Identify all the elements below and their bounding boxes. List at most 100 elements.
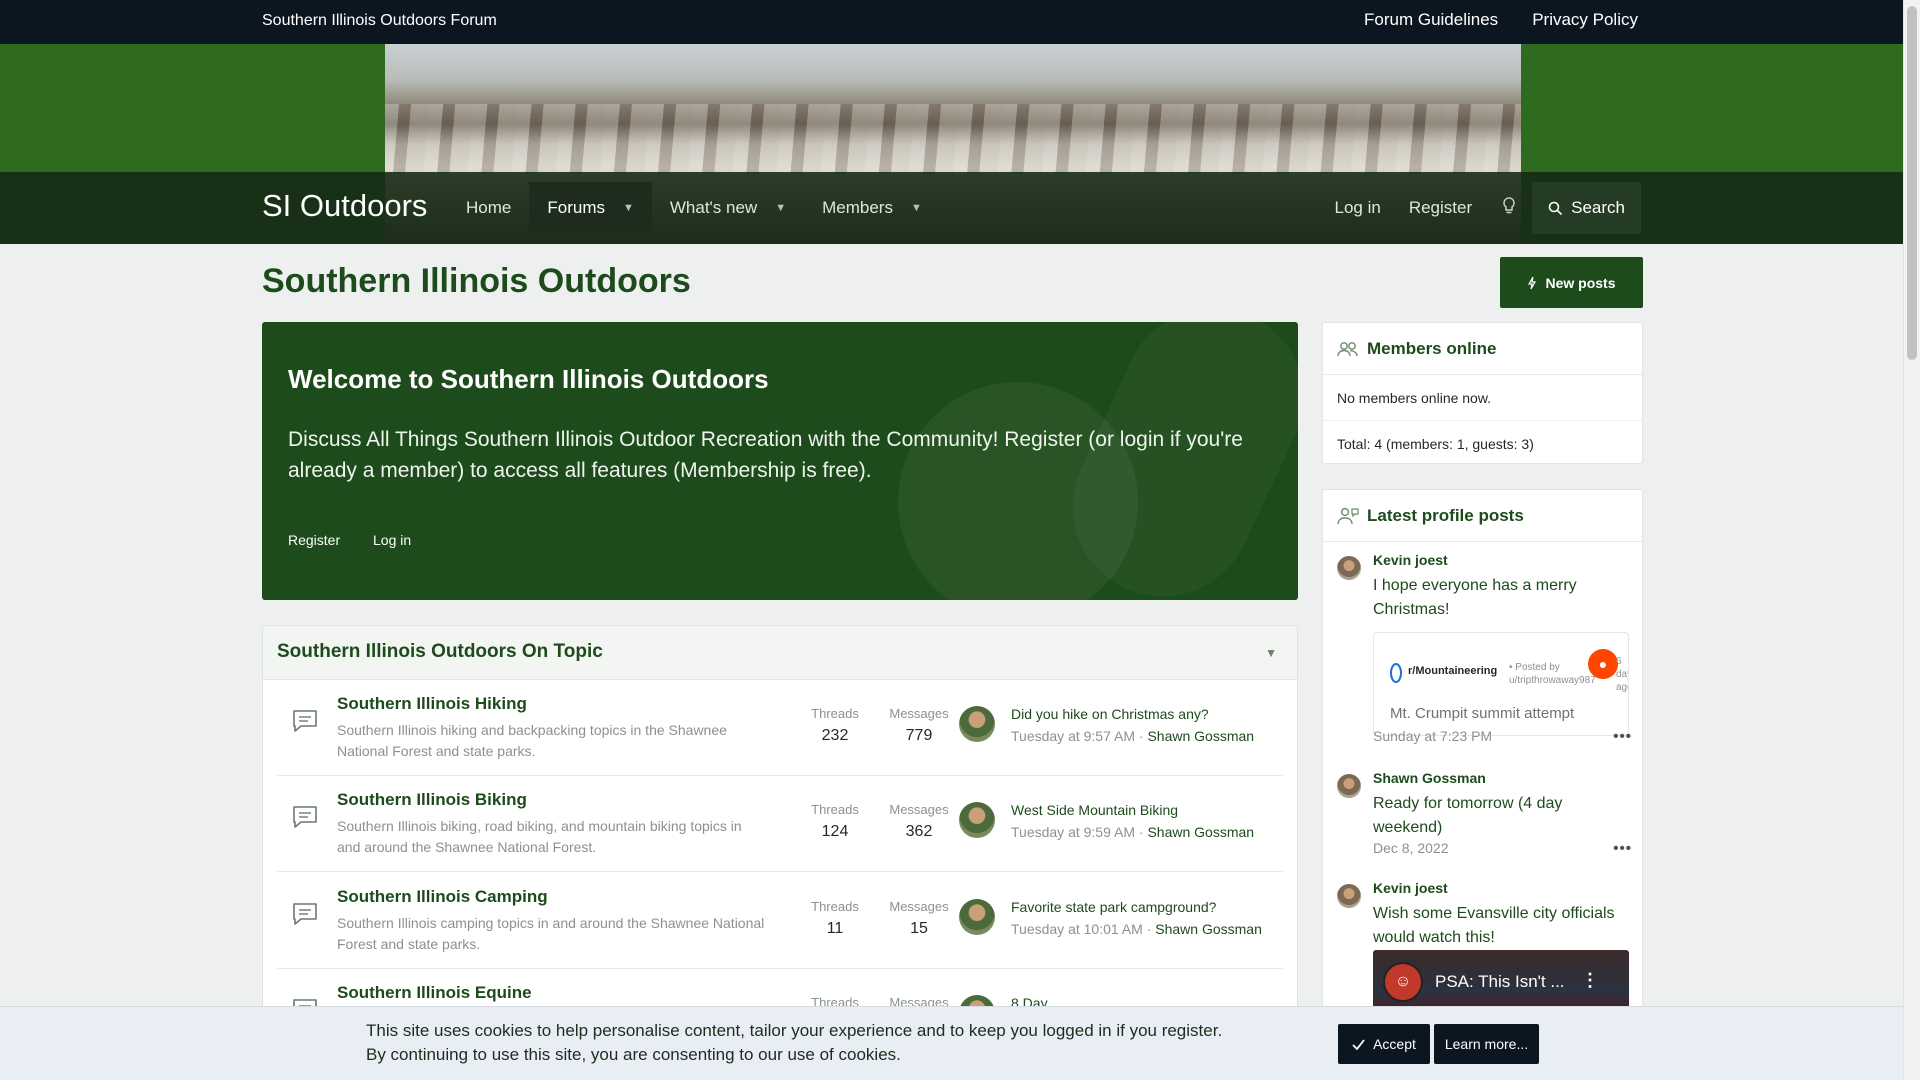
accept-label: Accept — [1373, 1036, 1416, 1052]
cookie-notice: This site uses cookies to help personali… — [0, 1006, 1903, 1080]
tab-whats-new-label: What's new — [669, 198, 758, 217]
site-name[interactable]: Southern Illinois Outdoors Forum — [262, 12, 497, 30]
category-title[interactable]: Southern Illinois Outdoors On Topic — [277, 641, 603, 663]
accept-cookies-button[interactable]: Accept — [1338, 1024, 1430, 1064]
cookie-text: This site uses cookies to help personali… — [366, 1019, 1266, 1067]
forum-guidelines-link[interactable]: Forum Guidelines — [1364, 10, 1498, 30]
forum-chat-icon — [293, 903, 317, 925]
tab-forums[interactable]: Forums ▼ — [529, 182, 652, 234]
video-title[interactable]: PSA: This Isn't ... — [1435, 972, 1565, 992]
channel-avatar-icon: ☺ — [1383, 962, 1423, 1002]
embed-ago: 6 days ago — [1616, 656, 1628, 693]
profile-post-date[interactable]: Sunday at 7:23 PM — [1373, 728, 1492, 744]
profile-post: Kevin joest I hope everyone has a merry … — [1337, 552, 1632, 742]
profile-post-user[interactable]: Shawn Gossman — [1373, 770, 1486, 786]
last-post-meta: Tuesday at 9:57 AM · Shawn Gossman — [1011, 728, 1255, 744]
messages-stat: Messages 362 — [889, 802, 949, 840]
avatar[interactable] — [959, 899, 995, 935]
forum-node-description: Southern Illinois camping topics in and … — [337, 915, 765, 952]
last-post-meta: Tuesday at 9:59 AM · Shawn Gossman — [1011, 824, 1255, 840]
site-logo-title[interactable]: SI Outdoors — [262, 188, 427, 224]
users-icon — [1337, 341, 1358, 356]
forum-chat-icon — [293, 806, 317, 828]
last-post-user[interactable]: Shawn Gossman — [1147, 824, 1254, 840]
members-online-header[interactable]: Members online — [1323, 323, 1642, 375]
tab-forums-label: Forums — [547, 198, 605, 217]
avatar[interactable] — [1337, 884, 1361, 908]
messages-stat: Messages 15 — [889, 899, 949, 937]
login-link[interactable]: Log in — [1320, 198, 1394, 218]
page-title: Southern Illinois Outdoors — [262, 262, 691, 300]
forum-node-title[interactable]: Southern Illinois Hiking — [337, 694, 527, 714]
privacy-policy-link[interactable]: Privacy Policy — [1532, 10, 1638, 30]
navbar: SI Outdoors Home Forums ▼ What's new ▼ Mem… — [0, 172, 1903, 244]
last-post-title[interactable]: West Side Mountain Biking — [1011, 802, 1178, 818]
cookie-text-line1: This site uses cookies to help personali… — [366, 1021, 1223, 1040]
messages-stat: Messages 779 — [889, 706, 949, 744]
forum-chat-icon — [293, 710, 317, 732]
welcome-login-button[interactable]: Log in — [357, 526, 427, 554]
last-post-title[interactable]: Did you hike on Christmas any? — [1011, 706, 1209, 722]
learn-more-button[interactable]: Learn more... — [1434, 1024, 1539, 1064]
video-menu-icon[interactable]: ⋮ — [1581, 970, 1599, 991]
tab-whats-new[interactable]: What's new ▼ — [652, 182, 804, 234]
avatar[interactable] — [1337, 556, 1361, 580]
page-scrollbar[interactable] — [1903, 0, 1920, 1080]
welcome-text: Discuss All Things Southern Illinois Out… — [288, 428, 1243, 482]
style-toggle-lightbulb-icon[interactable] — [1486, 196, 1532, 220]
avatar[interactable] — [959, 802, 995, 838]
avatar[interactable] — [959, 706, 995, 742]
last-post-time[interactable]: Tuesday at 9:57 AM — [1011, 728, 1135, 744]
subreddit-icon — [1390, 663, 1402, 683]
threads-stat: Threads 11 — [811, 899, 859, 937]
tab-home[interactable]: Home — [448, 182, 529, 234]
reddit-logo-icon: ● — [1588, 649, 1618, 679]
chevron-down-icon[interactable]: ▼ — [775, 202, 786, 214]
welcome-register-button[interactable]: Register — [272, 526, 356, 554]
more-options-icon[interactable]: ••• — [1613, 840, 1632, 857]
collapse-chevron-icon[interactable]: ▼ — [1265, 646, 1277, 660]
members-online-none: No members online now. — [1323, 375, 1642, 421]
tab-members[interactable]: Members ▼ — [804, 182, 940, 234]
members-online-widget: Members online No members online now. To… — [1322, 322, 1643, 464]
last-post-user[interactable]: Shawn Gossman — [1147, 728, 1254, 744]
last-post-user[interactable]: Shawn Gossman — [1155, 921, 1262, 937]
embed-subreddit[interactable]: r/Mountaineering — [1408, 665, 1497, 677]
new-posts-label: New posts — [1545, 274, 1616, 291]
chevron-down-icon[interactable]: ▼ — [911, 202, 922, 214]
forum-node[interactable]: Southern Illinois Camping Southern Illin… — [277, 873, 1283, 969]
search-label: Search — [1571, 198, 1625, 217]
profile-post-date[interactable]: Dec 8, 2022 — [1373, 840, 1449, 856]
forum-node-title[interactable]: Southern Illinois Biking — [337, 790, 527, 810]
threads-stat: Threads 124 — [811, 802, 859, 840]
scrollbar-thumb[interactable] — [1907, 6, 1917, 360]
profile-post-user[interactable]: Kevin joest — [1373, 552, 1448, 568]
new-posts-button[interactable]: New posts — [1500, 257, 1643, 308]
reddit-embed[interactable]: r/Mountaineering • Posted by u/tripthrow… — [1373, 632, 1629, 736]
forum-node-title[interactable]: Southern Illinois Camping — [337, 887, 548, 907]
forum-node-description: Southern Illinois hiking and backpacking… — [337, 722, 727, 759]
check-icon — [1352, 1038, 1365, 1050]
search-icon — [1548, 201, 1563, 215]
forum-node-title[interactable]: Southern Illinois Equine — [337, 983, 532, 1003]
user-comment-icon — [1337, 507, 1359, 524]
more-options-icon[interactable]: ••• — [1613, 728, 1632, 745]
avatar[interactable] — [1337, 774, 1361, 798]
register-link[interactable]: Register — [1395, 198, 1486, 218]
embed-title[interactable]: Mt. Crumpit summit attempt — [1390, 705, 1574, 722]
category-header[interactable]: Southern Illinois Outdoors On Topic ▼ — [263, 626, 1297, 680]
welcome-title: Welcome to Southern Illinois Outdoors — [288, 364, 769, 394]
chevron-down-icon[interactable]: ▼ — [623, 202, 634, 214]
last-post-time[interactable]: Tuesday at 10:01 AM — [1011, 921, 1143, 937]
last-post-title[interactable]: Favorite state park campground? — [1011, 899, 1216, 915]
profile-posts-title: Latest profile posts — [1367, 505, 1524, 525]
top-bar: Southern Illinois Outdoors Forum Forum G… — [0, 0, 1903, 44]
profile-posts-header[interactable]: Latest profile posts — [1323, 490, 1642, 542]
forum-node[interactable]: Southern Illinois Biking Southern Illino… — [277, 776, 1283, 872]
forum-node[interactable]: Southern Illinois Hiking Southern Illino… — [277, 680, 1283, 776]
profile-post-user[interactable]: Kevin joest — [1373, 880, 1448, 896]
forum-node-description: Southern Illinois biking, road biking, a… — [337, 818, 742, 855]
threads-stat: Threads 232 — [811, 706, 859, 744]
search-button[interactable]: Search — [1532, 182, 1641, 234]
last-post-time[interactable]: Tuesday at 9:59 AM — [1011, 824, 1135, 840]
